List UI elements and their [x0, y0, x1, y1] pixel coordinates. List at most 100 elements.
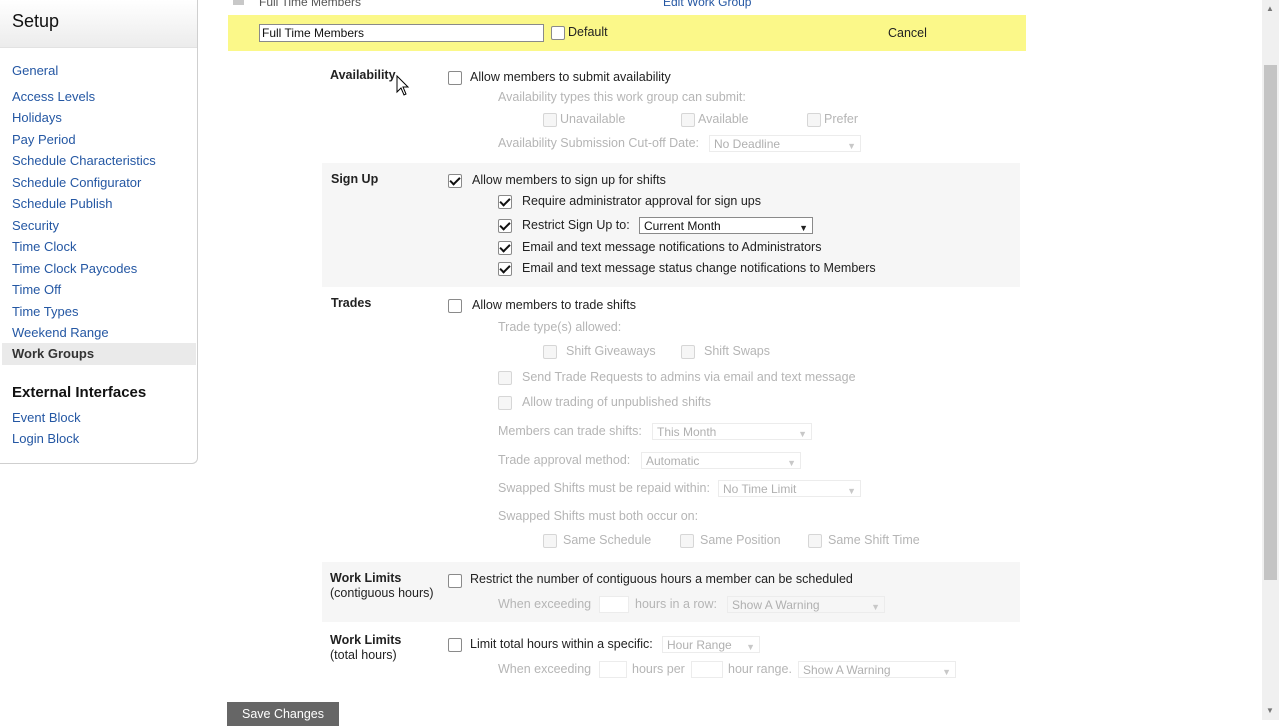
contiguous-hours-input[interactable]: [599, 596, 629, 613]
sidebar-item-time-clock[interactable]: Time Clock: [12, 239, 77, 254]
same-schedule-checkbox[interactable]: [543, 534, 557, 548]
work-limits-total-title: Work Limits: [330, 633, 402, 647]
chevron-down-icon: ▼: [847, 486, 856, 496]
repaid-within-value: No Time Limit: [723, 482, 797, 496]
trade-types-label: Trade type(s) allowed:: [498, 320, 622, 334]
prefer-label: Prefer: [824, 112, 859, 126]
sidebar-item-login-block[interactable]: Login Block: [12, 431, 79, 446]
default-checkbox[interactable]: [551, 26, 565, 40]
hour-range-input[interactable]: [691, 661, 723, 678]
require-approval-label: Require administrator approval for sign …: [522, 194, 762, 208]
cutoff-date-select[interactable]: No Deadline ▼: [709, 135, 861, 152]
same-position-checkbox[interactable]: [680, 534, 694, 548]
require-approval-checkbox[interactable]: [498, 195, 512, 209]
same-shift-time-label: Same Shift Time: [828, 533, 920, 547]
hour-range-label: hour range.: [728, 662, 792, 676]
work-group-edit-bar: Default Cancel: [228, 15, 1026, 51]
shift-swaps-label: Shift Swaps: [704, 344, 771, 358]
sidebar-item-security[interactable]: Security: [12, 218, 59, 233]
sidebar-item-schedule-characteristics[interactable]: Schedule Characteristics: [12, 153, 156, 168]
setup-sidebar: Setup General Access Levels Holidays Pay…: [0, 0, 198, 464]
prefer-checkbox[interactable]: [807, 113, 821, 127]
sidebar-item-work-groups[interactable]: Work Groups: [2, 343, 196, 365]
trade-unpublished-label: Allow trading of unpublished shifts: [522, 395, 712, 409]
sidebar-title: Setup: [12, 11, 60, 31]
allow-signup-label: Allow members to sign up for shifts: [472, 173, 666, 187]
allow-availability-checkbox[interactable]: [448, 71, 462, 85]
external-interfaces-heading: External Interfaces: [12, 384, 147, 401]
chevron-down-icon: ▼: [787, 458, 796, 468]
members-trade-label: Members can trade shifts:: [498, 424, 642, 438]
trade-approval-value: Automatic: [646, 454, 700, 468]
restrict-signup-checkbox[interactable]: [498, 219, 512, 233]
send-trade-requests-checkbox[interactable]: [498, 371, 512, 385]
contiguous-action-select[interactable]: Show A Warning ▼: [727, 596, 885, 613]
work-limits-contiguous-title: Work Limits: [330, 571, 402, 585]
sidebar-item-weekend-range[interactable]: Weekend Range: [12, 325, 109, 340]
contiguous-action-value: Show A Warning: [732, 598, 820, 612]
cancel-link[interactable]: Cancel: [888, 26, 927, 40]
sidebar-item-time-types[interactable]: Time Types: [12, 304, 78, 319]
restrict-contiguous-label: Restrict the number of contiguous hours …: [470, 572, 853, 586]
limit-total-checkbox[interactable]: [448, 638, 462, 652]
default-label: Default: [568, 25, 608, 39]
sidebar-item-event-block[interactable]: Event Block: [12, 410, 81, 425]
available-checkbox[interactable]: [681, 113, 695, 127]
allow-trades-checkbox[interactable]: [448, 299, 462, 313]
sidebar-item-schedule-configurator[interactable]: Schedule Configurator: [12, 175, 141, 190]
members-trade-value: This Month: [657, 425, 717, 439]
members-trade-select[interactable]: This Month ▼: [652, 423, 812, 440]
edit-work-group-link[interactable]: Edit Work Group: [663, 0, 751, 9]
grid-icon: [233, 0, 244, 5]
same-shift-time-checkbox[interactable]: [808, 534, 822, 548]
chevron-down-icon: ▼: [799, 223, 808, 233]
previous-row-name: Full Time Members: [259, 0, 362, 9]
total-hours-input[interactable]: [599, 661, 627, 678]
shift-swaps-checkbox[interactable]: [681, 345, 695, 359]
restrict-contiguous-checkbox[interactable]: [448, 574, 462, 588]
email-members-checkbox[interactable]: [498, 262, 512, 276]
restrict-signup-label: Restrict Sign Up to:: [522, 218, 630, 232]
restrict-signup-select[interactable]: Current Month ▼: [639, 217, 813, 234]
chevron-down-icon: ▼: [798, 429, 807, 439]
mouse-cursor-icon: [396, 75, 410, 96]
allow-trades-label: Allow members to trade shifts: [472, 298, 636, 312]
work-limits-total-subtitle: (total hours): [330, 648, 397, 662]
restrict-signup-value: Current Month: [644, 219, 721, 233]
allow-availability-label: Allow members to submit availability: [470, 70, 671, 84]
work-group-name-input[interactable]: [259, 24, 544, 42]
available-label: Available: [698, 112, 749, 126]
both-occur-label: Swapped Shifts must both occur on:: [498, 509, 699, 523]
trade-approval-select[interactable]: Automatic ▼: [641, 452, 801, 469]
same-schedule-label: Same Schedule: [563, 533, 652, 547]
allow-signup-checkbox[interactable]: [448, 174, 462, 188]
total-action-value: Show A Warning: [803, 663, 891, 677]
same-position-label: Same Position: [700, 533, 781, 547]
unavailable-checkbox[interactable]: [543, 113, 557, 127]
sidebar-item-time-off[interactable]: Time Off: [12, 282, 61, 297]
scrollbar-thumb[interactable]: [1264, 65, 1277, 580]
email-admin-checkbox[interactable]: [498, 241, 512, 255]
total-action-select[interactable]: Show A Warning ▼: [798, 661, 956, 678]
limit-total-label: Limit total hours within a specific:: [470, 637, 653, 651]
scroll-up-icon[interactable]: ▲: [1266, 4, 1274, 13]
shift-giveaways-label: Shift Giveaways: [566, 344, 656, 358]
hour-range-select[interactable]: Hour Range ▼: [662, 636, 760, 653]
email-admin-label: Email and text message notifications to …: [522, 240, 822, 254]
save-changes-button[interactable]: Save Changes: [227, 702, 339, 726]
hours-in-a-row-label: hours in a row:: [635, 597, 717, 611]
sidebar-item-general[interactable]: General: [12, 63, 58, 78]
trade-unpublished-checkbox[interactable]: [498, 396, 512, 410]
scroll-down-icon[interactable]: ▼: [1266, 706, 1274, 715]
sidebar-item-work-groups-label: Work Groups: [12, 346, 95, 361]
shift-giveaways-checkbox[interactable]: [543, 345, 557, 359]
chevron-down-icon: ▼: [871, 602, 880, 612]
sidebar-item-access-levels[interactable]: Access Levels: [12, 89, 95, 104]
trade-approval-label: Trade approval method:: [498, 453, 631, 467]
sidebar-item-time-clock-paycodes[interactable]: Time Clock Paycodes: [12, 261, 137, 276]
repaid-within-select[interactable]: No Time Limit ▼: [718, 480, 861, 497]
sidebar-item-pay-period[interactable]: Pay Period: [12, 132, 76, 147]
sidebar-item-schedule-publish[interactable]: Schedule Publish: [12, 196, 112, 211]
availability-types-label: Availability types this work group can s…: [498, 90, 746, 104]
sidebar-item-holidays[interactable]: Holidays: [12, 110, 62, 125]
